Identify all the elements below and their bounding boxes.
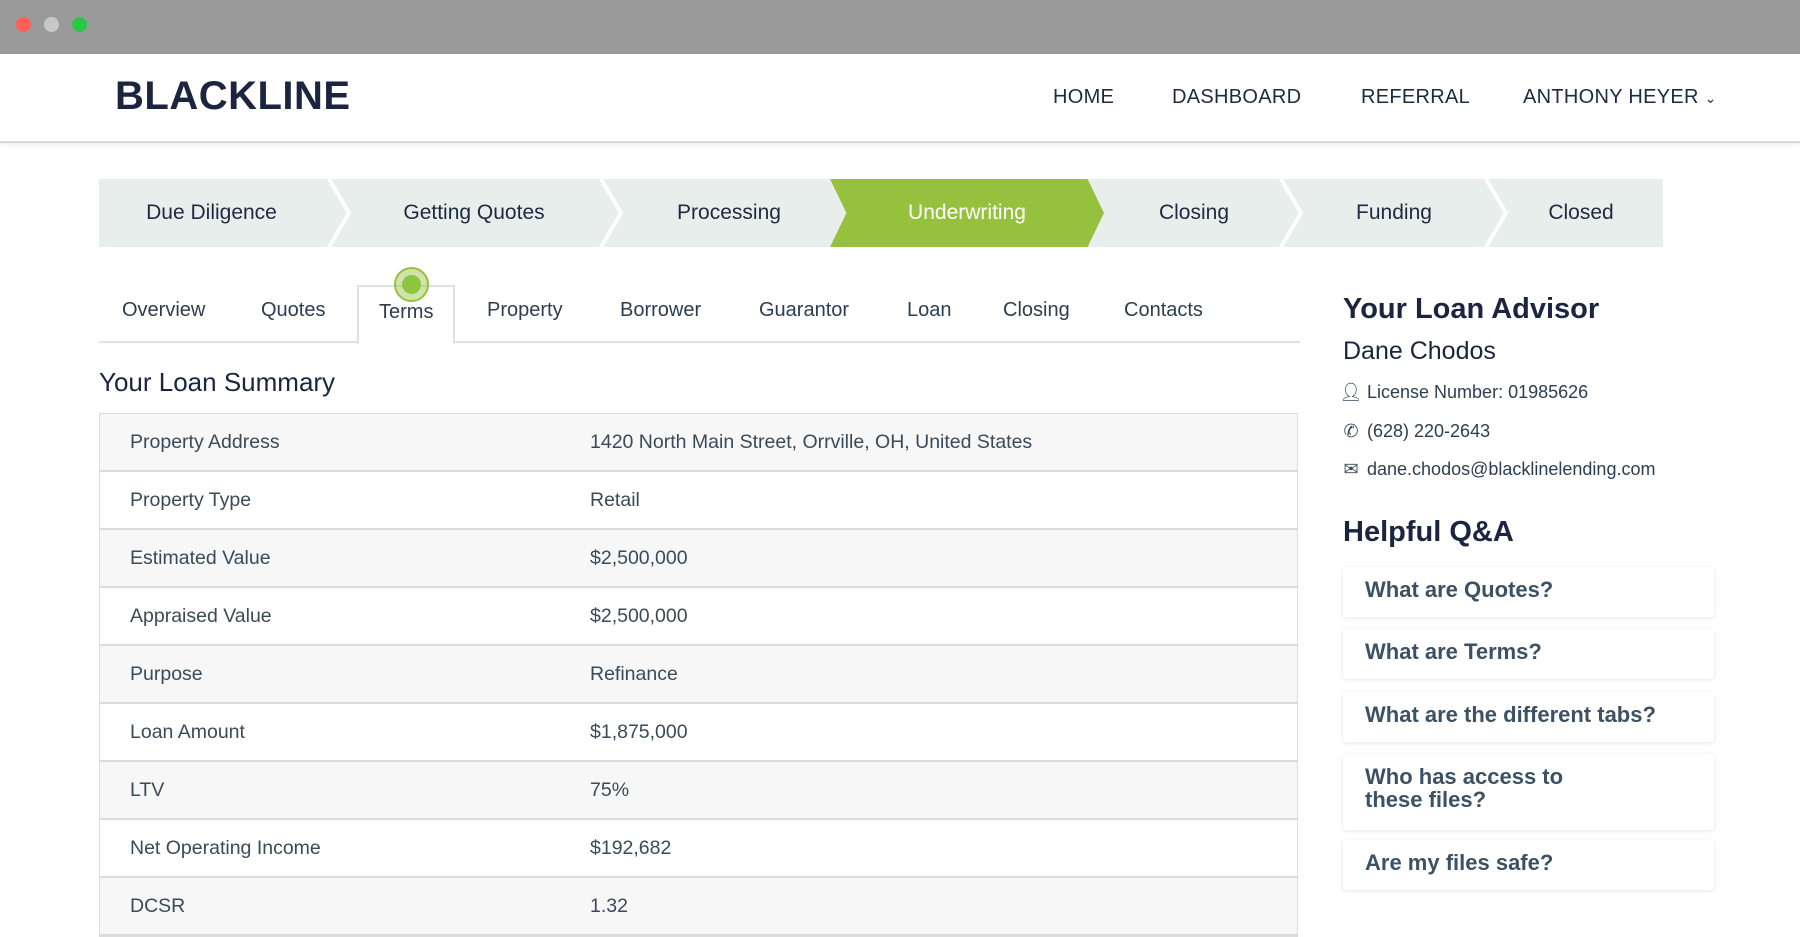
tab-guarantor[interactable]: Guarantor (759, 299, 849, 322)
chevron-down-icon: ⌄ (1704, 90, 1717, 106)
row-value: 1420 North Main Street, Orrville, OH, Un… (590, 430, 1033, 453)
row-label: Loan Amount (130, 720, 245, 743)
step-closing: Closing (1158, 201, 1230, 224)
tab-quotes[interactable]: Quotes (261, 299, 325, 322)
table-row: Property Address 1420 North Main Street, … (100, 414, 1297, 472)
row-label: Estimated Value (130, 546, 271, 569)
step-funding: Funding (1356, 201, 1432, 224)
row-label: Property Type (130, 488, 252, 511)
tab-loan[interactable]: Loan (907, 299, 952, 322)
click-indicator (394, 267, 429, 302)
step-getting-quotes: Getting Quotes (403, 201, 545, 224)
user-name: ANTHONY HEYER (1523, 86, 1699, 108)
loan-tabs: Overview Quotes Terms Property Borrower … (99, 285, 1300, 345)
nav-home[interactable]: HOME (1053, 86, 1114, 109)
envelope-icon: ✉ (1343, 459, 1359, 479)
window-titlebar (0, 0, 1800, 54)
step-closed: Closed (1548, 201, 1614, 224)
minimize-window-button[interactable] (44, 17, 59, 32)
advisor-title: Your Loan Advisor (1343, 293, 1600, 325)
advisor-email[interactable]: ✉ dane.chodos@blacklinelending.com (1343, 459, 1655, 480)
phone-text: (628) 220-2643 (1367, 421, 1491, 441)
phone-icon: ✆ (1343, 421, 1359, 441)
qa-item[interactable]: Who has access to these files? (1343, 754, 1714, 830)
qa-item[interactable]: What are Terms? (1343, 629, 1714, 679)
advisor-phone[interactable]: ✆ (628) 220-2643 (1343, 421, 1490, 442)
close-window-button[interactable] (16, 17, 31, 32)
row-value: 1.32 (590, 894, 628, 917)
step-divider (599, 179, 624, 247)
qa-title: Helpful Q&A (1343, 516, 1514, 548)
nav-user-menu[interactable]: ANTHONY HEYER ⌄ (1523, 86, 1717, 109)
row-label: Net Operating Income (130, 836, 321, 859)
table-row: Appraised Value $2,500,000 (100, 588, 1297, 646)
table-row: DCSR 1.32 (100, 878, 1297, 936)
license-text: License Number: 01985626 (1367, 382, 1589, 402)
step-divider (1279, 179, 1304, 247)
step-due-diligence: Due Diligence (146, 201, 277, 224)
row-value: Refinance (590, 662, 678, 685)
nav-dashboard[interactable]: DASHBOARD (1172, 86, 1301, 109)
step-divider (1484, 179, 1509, 247)
row-label: Property Address (130, 430, 280, 453)
row-label: Purpose (130, 662, 203, 685)
advisor-name: Dane Chodos (1343, 337, 1496, 365)
row-label: Appraised Value (130, 604, 272, 627)
qa-item[interactable]: What are Quotes? (1343, 567, 1714, 617)
row-value: $192,682 (590, 836, 672, 859)
table-row: Estimated Value $2,500,000 (100, 530, 1297, 588)
row-value: $2,500,000 (590, 604, 688, 627)
tab-borrower[interactable]: Borrower (620, 299, 701, 322)
tab-closing[interactable]: Closing (1003, 299, 1070, 322)
row-label: DCSR (130, 894, 186, 917)
site-header: BLACKLINE HOME DASHBOARD REFERRAL ANTHON… (0, 54, 1800, 143)
loan-summary-title: Your Loan Summary (99, 367, 336, 397)
table-row: Loan Amount $1,875,000 (100, 704, 1297, 762)
logo[interactable]: BLACKLINE (115, 74, 351, 119)
user-icon: 👤︎ (1339, 382, 1363, 402)
row-value: $2,500,000 (590, 546, 688, 569)
maximize-window-button[interactable] (72, 17, 87, 32)
tab-contacts[interactable]: Contacts (1124, 299, 1203, 322)
loan-summary-table: Property Address 1420 North Main Street, … (99, 413, 1298, 937)
row-value: 75% (590, 778, 630, 801)
step-divider (327, 179, 352, 247)
tab-overview[interactable]: Overview (122, 299, 205, 322)
progress-stepper: Due Diligence Getting Quotes Processing … (99, 179, 1663, 247)
qa-item[interactable]: What are the different tabs? (1343, 692, 1714, 742)
email-text: dane.chodos@blacklinelending.com (1367, 459, 1656, 479)
row-value: $1,875,000 (590, 720, 688, 743)
table-row: Property Type Retail (100, 472, 1297, 530)
step-processing: Processing (677, 201, 781, 224)
table-row: Net Operating Income $192,682 (100, 820, 1297, 878)
table-row: Purpose Refinance (100, 646, 1297, 704)
qa-item[interactable]: Are my files safe? (1343, 840, 1714, 890)
step-underwriting: Underwriting (830, 179, 1104, 247)
table-row: LTV 75% (100, 762, 1297, 820)
row-label: LTV (130, 778, 165, 801)
tab-property[interactable]: Property (487, 299, 563, 322)
row-value: Retail (590, 488, 640, 511)
advisor-license: 👤︎ License Number: 01985626 (1339, 382, 1589, 403)
nav-referral[interactable]: REFERRAL (1361, 86, 1470, 109)
